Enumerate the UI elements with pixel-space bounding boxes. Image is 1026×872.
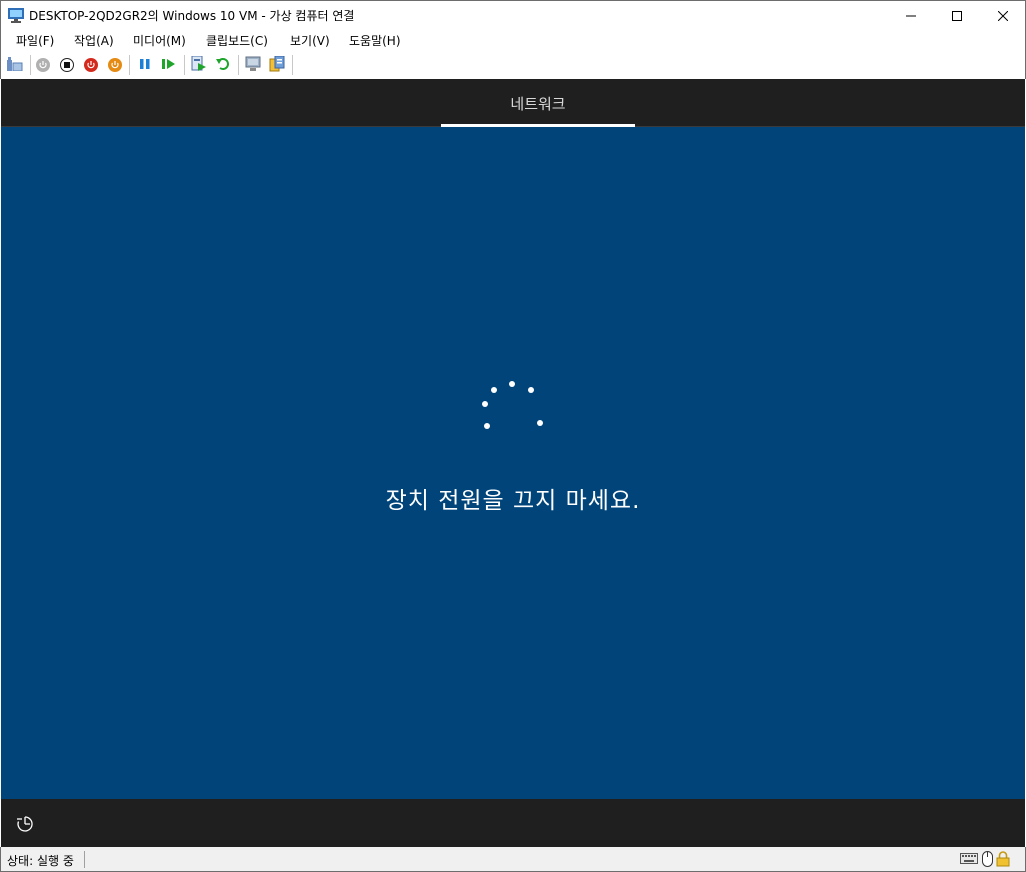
resume-button[interactable]: [160, 56, 178, 74]
shutdown-button[interactable]: [82, 56, 100, 74]
close-button[interactable]: [980, 1, 1026, 30]
enhanced-session-button[interactable]: [244, 56, 262, 74]
menu-action[interactable]: 작업(A): [74, 32, 114, 49]
spinner-dot: [509, 381, 515, 387]
spinner-dot: [484, 423, 490, 429]
menu-help[interactable]: 도움말(H): [349, 32, 401, 49]
vm-setup-header: 네트워크: [1, 79, 1025, 127]
checkpoint-icon: [191, 55, 207, 75]
mouse-icon: [982, 851, 993, 867]
accessibility-icon[interactable]: [16, 815, 34, 833]
revert-button[interactable]: [214, 56, 232, 74]
toolbar-separator: [30, 55, 31, 75]
vm-screen[interactable]: 장치 전원을 끄지 마세요.: [1, 127, 1025, 799]
share-button[interactable]: [268, 55, 286, 75]
revert-icon: [216, 57, 230, 74]
share-icon: [269, 55, 285, 75]
turn-off-button[interactable]: [58, 56, 76, 74]
spinner-dot: [491, 387, 497, 393]
toolbar-separator: [129, 55, 130, 75]
turn-off-icon: [60, 58, 74, 72]
vm-setup-footer: [1, 799, 1025, 847]
menu-file[interactable]: 파일(F): [16, 32, 54, 49]
close-icon: [997, 6, 1009, 25]
save-button[interactable]: [106, 56, 124, 74]
minimize-icon: [906, 6, 916, 25]
toolbar-separator: [238, 55, 239, 75]
menu-view[interactable]: 보기(V): [290, 32, 330, 49]
status-text: 상태: 실행 중: [7, 854, 74, 868]
spinner-dot: [482, 401, 488, 407]
vm-connection-icon: [8, 8, 24, 23]
power-icon: [108, 58, 122, 72]
start-button[interactable]: [34, 56, 52, 74]
menu-bar: 파일(F) 작업(A) 미디어(M) 클립보드(C) 보기(V) 도움말(H): [0, 29, 1026, 51]
lock-icon: [996, 851, 1010, 867]
pause-icon: [139, 58, 151, 73]
ctrl-alt-del-icon: [7, 56, 23, 74]
spinner-dot: [537, 420, 543, 426]
minimize-button[interactable]: [888, 1, 934, 30]
title-bar: DESKTOP-2QD2GR2의 Windows 10 VM - 가상 컴퓨터 …: [0, 0, 1026, 29]
toolbar-separator: [292, 55, 293, 75]
spinner-dot: [528, 387, 534, 393]
enhanced-session-icon: [245, 56, 261, 75]
maximize-icon: [952, 6, 962, 25]
setup-step-network: 네트워크: [510, 95, 566, 113]
ctrl-alt-del-button[interactable]: [6, 56, 24, 74]
keyboard-icon: [960, 851, 978, 867]
menu-media[interactable]: 미디어(M): [133, 32, 186, 49]
pause-button[interactable]: [136, 56, 154, 74]
shutdown-icon: [84, 58, 98, 72]
toolbar: [0, 51, 1026, 79]
maximize-button[interactable]: [934, 1, 980, 30]
menu-clipboard[interactable]: 클립보드(C): [206, 32, 268, 49]
toolbar-separator: [184, 55, 185, 75]
status-message: 장치 전원을 끄지 마세요.: [385, 488, 641, 514]
status-separator: [84, 851, 85, 868]
start-icon: [36, 58, 50, 72]
checkpoint-button[interactable]: [190, 55, 208, 75]
resume-icon: [162, 58, 176, 73]
status-bar: 상태: 실행 중: [0, 847, 1026, 872]
window-title: DESKTOP-2QD2GR2의 Windows 10 VM - 가상 컴퓨터 …: [29, 9, 355, 23]
